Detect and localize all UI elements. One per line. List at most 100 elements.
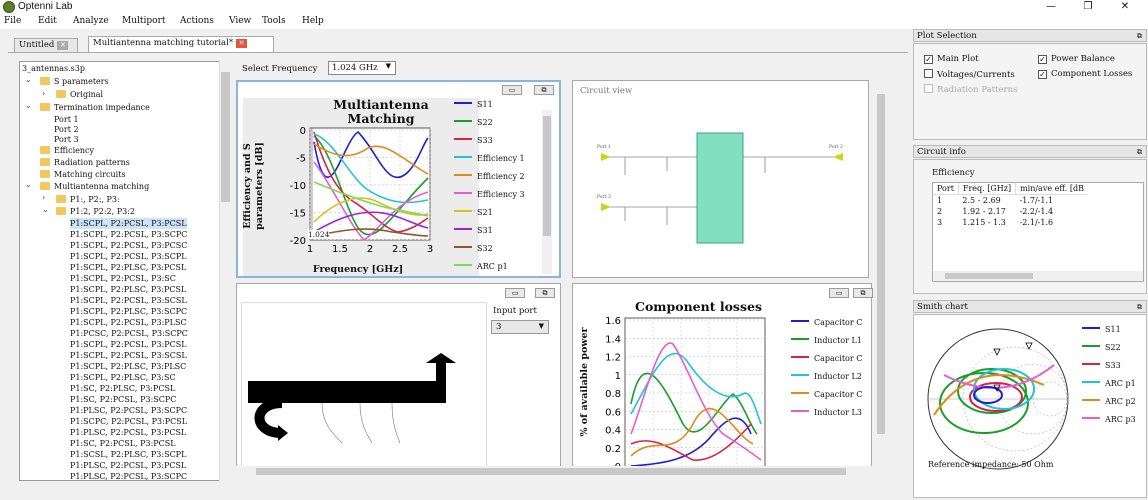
tree-leaf-item[interactable]: P1:PCSC, P2:PCSL, P3:SCPC — [70, 328, 188, 339]
tree-leaf-item[interactable]: P1:SCPL, P2:PCSL, P3:PCSL — [70, 339, 187, 350]
close-icon[interactable]: ✕ — [236, 39, 248, 48]
tab-untitled[interactable]: Untitled ✕ — [14, 38, 78, 52]
table-horizontal-scrollbar[interactable] — [933, 271, 1143, 281]
tree-item-termination[interactable]: Termination impedance — [40, 102, 150, 113]
tree-item-efficiency[interactable]: Efficiency — [40, 145, 94, 156]
legend-entry: ARC p1 — [1082, 379, 1136, 388]
table-scrollbar-thumb[interactable] — [945, 273, 1033, 279]
minimize-panel-button[interactable]: ▭ — [505, 288, 525, 298]
input-port-select[interactable]: 3 ▼ — [491, 320, 549, 334]
legend-entry: Capacitor C — [791, 354, 862, 363]
center-horizontal-scrollbar[interactable] — [236, 466, 876, 477]
center-horizontal-scrollbar-thumb[interactable] — [256, 468, 846, 475]
legend-entry: Efficiency 1 — [454, 154, 525, 163]
chevron-down-icon: ▼ — [385, 62, 391, 70]
radiation-patterns-checkbox[interactable]: Radiation Patterns — [924, 84, 1017, 95]
tree-leaf-item[interactable]: P1:SCPL, P2:PCSL, P3:SCPL — [70, 251, 187, 262]
table-cell: -1.7/-1.1 — [1019, 196, 1054, 205]
main-plot-checkbox[interactable]: ✓ Main Plot — [924, 54, 979, 64]
center-scrollbar-thumb[interactable] — [877, 94, 885, 434]
tree-leaf-item[interactable]: P1:PLSC, P2:PCSL, P3:SCPC — [70, 405, 187, 416]
tree-item-group-1[interactable]: P1:, P2:, P3: — [56, 194, 120, 205]
tree-leaf-item[interactable]: P1:SC, P2:PCSL, P3:SCPC — [70, 394, 176, 405]
menu-analyze[interactable]: Analyze — [73, 16, 109, 26]
tree-leaf-item[interactable]: P1:SCSL, P2:PLSC, P3:SCPL — [70, 449, 186, 460]
tree-leaf-item[interactable]: P1:SC, P2:PLSC, P3:PCSL — [70, 383, 175, 394]
tree-leaf-item[interactable]: P1:PLSC, P2:PCSL, P3:PCSL — [70, 460, 186, 471]
tree-item-original[interactable]: Original — [56, 89, 103, 100]
chevron-right-icon[interactable]: › — [42, 193, 45, 202]
tree-leaf-item[interactable]: P1:SCPL, P2:PCSL, P3:PLSC — [70, 317, 187, 328]
tree-leaf-item[interactable]: P1:SCPL, P2:PCSL, P3:SCSL — [70, 295, 187, 306]
menu-actions[interactable]: Actions — [180, 16, 214, 26]
chevron-down-icon[interactable]: ⌄ — [42, 205, 49, 214]
menu-file[interactable]: File — [4, 16, 21, 26]
tree-leaf-item[interactable]: P1:SCPL, P2:PCSL, P3:PCSL — [70, 218, 187, 229]
table-row[interactable]: 1 2.5 - 2.69 -1.7/-1.1 — [933, 195, 1088, 207]
main-plot-legend: S11 S22 S33 Efficiency 1 Efficiency 2 Efficie… — [454, 100, 544, 276]
menu-edit[interactable]: Edit — [38, 16, 57, 26]
frequency-label: Select Frequency — [242, 64, 318, 74]
undock-icon[interactable]: ⧉ — [1137, 30, 1142, 42]
chevron-down-icon[interactable]: ⌄ — [25, 75, 32, 84]
chevron-down-icon[interactable]: ⌄ — [25, 180, 32, 189]
close-icon[interactable]: ✕ — [57, 41, 69, 50]
tree-scrollbar-thumb[interactable] — [221, 72, 230, 202]
menu-tools[interactable]: Tools — [262, 16, 286, 26]
undock-icon[interactable]: ⧉ — [1137, 301, 1142, 313]
tree-leaf-item[interactable]: P1:SCPL, P2:PLSC, P3:SC — [70, 372, 176, 383]
legend-scrollbar-thumb[interactable] — [543, 116, 551, 236]
y-tick-label: -5 — [296, 153, 306, 164]
menu-help[interactable]: Help — [302, 16, 324, 26]
legend-scrollbar[interactable] — [542, 110, 552, 274]
tree-leaf-item[interactable]: P1:SCPL, P2:PLSC, P3:SCPC — [70, 306, 187, 317]
tab-multiantenna-tutorial[interactable]: Multiantenna matching tutorial* ✕ — [88, 36, 274, 52]
tree-root[interactable]: 3_antennas.s3p — [22, 63, 85, 74]
legend-entry: ARC p2 — [1082, 397, 1136, 406]
close-button[interactable]: ✕ — [1110, 0, 1140, 14]
power-balance-checkbox[interactable]: ✓ Power Balance — [1038, 54, 1115, 64]
tree-leaf-item[interactable]: P1:SC, P2:PCSL, P3:PCSL — [70, 438, 176, 449]
menu-multiport[interactable]: Multiport — [122, 16, 165, 26]
tree-leaf-item[interactable]: P1:SCPL, P2:PLSC, P3:PCSL — [70, 284, 186, 295]
maximize-button[interactable]: ❐ — [1073, 0, 1103, 14]
tree-leaf-item[interactable]: P1:SCPL, P2:PCSL, P3:SCSL — [70, 350, 187, 361]
tree-leaf-item[interactable]: P1:SCPL, P2:PLSC, P3:PLSC — [70, 361, 186, 372]
legend-label: S22 — [477, 118, 493, 127]
table-row[interactable]: 2 1.92 - 2.17 -2.2/-1.4 — [933, 206, 1088, 217]
tree-item-multiantenna[interactable]: Multiantenna matching — [40, 181, 149, 192]
tree-item-matching[interactable]: Matching circuits — [40, 169, 126, 180]
chevron-right-icon[interactable]: › — [42, 89, 45, 98]
tree-leaf-item[interactable]: P1:SCPL, P2:PCSL, P3:SC — [70, 273, 176, 284]
tree-leaf-item[interactable]: P1:PLSC, P2:PCSL, P3:SCPC — [70, 471, 187, 480]
tree-leaf-item[interactable]: P1:SCPC, P2:PCSL, P3:PCSL — [70, 416, 187, 427]
tree-item-port-3[interactable]: Port 3 — [54, 134, 79, 145]
legend-entry: Inductor L3 — [791, 408, 862, 417]
table-row[interactable]: 3 1.215 - 1.3 -2.1/-1.6 — [933, 217, 1088, 228]
tree-item-s-parameters[interactable]: S parameters — [40, 76, 109, 87]
port-1-label: Port 1 — [597, 145, 611, 150]
tree-leaf-item[interactable]: P1:SCPL, P2:PCSL, P3:SCPC — [70, 229, 187, 240]
legend-label: Capacitor C — [814, 390, 863, 399]
chevron-down-icon[interactable]: ⌄ — [25, 101, 32, 110]
tree-leaf-item[interactable]: P1:SCPL, P2:PCSL, P3:PCSC — [70, 240, 187, 251]
legend-swatch — [454, 192, 472, 194]
smith-chart-title: Smith chart — [917, 302, 968, 312]
minimize-button[interactable]: — — [1036, 0, 1066, 14]
tree-leaf-item[interactable]: P1:PLSC, P2:PCSL, P3:PCSL — [70, 427, 186, 438]
center-scrollbar[interactable] — [875, 80, 887, 473]
tree-leaf-item[interactable]: P1:SCPL, P2:PLSC, P3:PCSL — [70, 262, 186, 273]
voltages-currents-checkbox[interactable]: Voltages/Currents — [924, 69, 1015, 80]
table-header: Port — [933, 183, 959, 195]
maximize-panel-button[interactable]: ⧉ — [535, 288, 555, 298]
undock-icon[interactable]: ⧉ — [1137, 146, 1142, 158]
legend-entry: Efficiency 3 — [454, 190, 525, 199]
table-cell: 3 — [937, 218, 943, 227]
legend-entry: S11 — [1082, 325, 1121, 334]
menu-view[interactable]: View — [229, 16, 251, 26]
frequency-select[interactable]: 1.024 GHz ▼ — [328, 61, 396, 75]
checkbox-label: Voltages/Currents — [937, 70, 1015, 80]
component-losses-checkbox[interactable]: ✓ Component Losses — [1038, 69, 1132, 79]
tree-item-radiation[interactable]: Radiation patterns — [40, 157, 130, 168]
tree-item-group-2[interactable]: P1:2, P2:2, P3:2 — [56, 206, 135, 217]
